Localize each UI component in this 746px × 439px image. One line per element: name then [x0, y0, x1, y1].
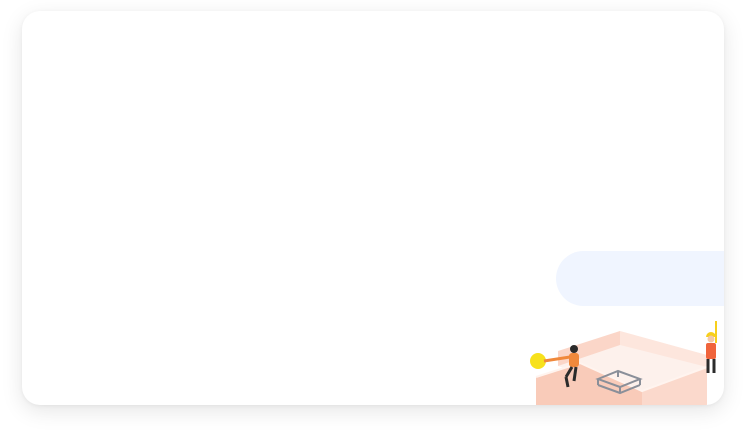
screen [0, 0, 746, 439]
worker-right-icon [706, 321, 717, 373]
construction-workers-illustration [522, 311, 724, 405]
blank-pill-banner [556, 251, 724, 306]
yellow-ball-icon [530, 353, 546, 369]
content-card [22, 11, 724, 405]
